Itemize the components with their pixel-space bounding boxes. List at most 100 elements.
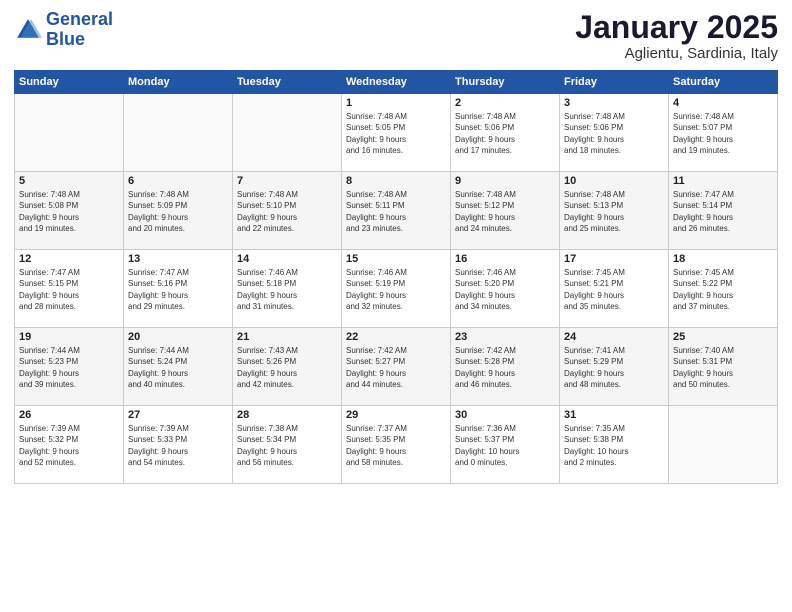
logo-icon <box>14 16 42 44</box>
day-number: 28 <box>237 409 337 421</box>
calendar-cell: 19 Sunrise: 7:44 AM Sunset: 5:23 PM Dayli… <box>15 328 124 406</box>
calendar-cell: 20Sunrise: 7:44 AM Sunset: 5:24 PM Dayli… <box>124 328 233 406</box>
calendar-week-1: 1 Sunrise: 7:48 AM Sunset: 5:05 PM Daylig… <box>15 94 778 172</box>
day-info: Sunrise: 7:42 AM Sunset: 5:27 PM Dayligh… <box>346 345 446 390</box>
calendar-cell: 11Sunrise: 7:47 AM Sunset: 5:14 PM Dayli… <box>669 172 778 250</box>
day-number: 24 <box>564 331 664 343</box>
day-number: 8 <box>346 175 446 187</box>
day-info: Sunrise: 7:48 AM Sunset: 5:09 PM Dayligh… <box>128 189 228 234</box>
calendar-cell: 16Sunrise: 7:46 AM Sunset: 5:20 PM Dayli… <box>451 250 560 328</box>
day-info: Sunrise: 7:47 AM Sunset: 5:15 PM Dayligh… <box>19 267 119 312</box>
logo: General Blue <box>14 10 113 50</box>
day-info: Sunrise: 7:48 AM Sunset: 5:13 PM Dayligh… <box>564 189 664 234</box>
day-number: 21 <box>237 331 337 343</box>
day-number: 1 <box>346 97 446 109</box>
calendar-cell: 31Sunrise: 7:35 AM Sunset: 5:38 PM Dayli… <box>560 406 669 484</box>
header-friday: Friday <box>560 71 669 94</box>
day-number: 9 <box>455 175 555 187</box>
calendar-cell <box>669 406 778 484</box>
header: General Blue January 2025 Aglientu, Sard… <box>14 10 778 62</box>
calendar-cell: 10 Sunrise: 7:48 AM Sunset: 5:13 PM Dayli… <box>560 172 669 250</box>
calendar-cell: 23 Sunrise: 7:42 AM Sunset: 5:28 PM Dayli… <box>451 328 560 406</box>
day-info: Sunrise: 7:47 AM Sunset: 5:14 PM Dayligh… <box>673 189 773 234</box>
title-block: January 2025 Aglientu, Sardinia, Italy <box>575 10 778 62</box>
day-number: 4 <box>673 97 773 109</box>
day-info: Sunrise: 7:43 AM Sunset: 5:26 PM Dayligh… <box>237 345 337 390</box>
day-info: Sunrise: 7:41 AM Sunset: 5:29 PM Dayligh… <box>564 345 664 390</box>
header-wednesday: Wednesday <box>342 71 451 94</box>
calendar-table: Sunday Monday Tuesday Wednesday Thursday… <box>14 70 778 484</box>
calendar-cell: 30Sunrise: 7:36 AM Sunset: 5:37 PM Dayli… <box>451 406 560 484</box>
calendar-week-2: 5Sunrise: 7:48 AM Sunset: 5:08 PM Daylig… <box>15 172 778 250</box>
day-number: 18 <box>673 253 773 265</box>
day-number: 23 <box>455 331 555 343</box>
calendar-cell: 4 Sunrise: 7:48 AM Sunset: 5:07 PM Daylig… <box>669 94 778 172</box>
day-number: 29 <box>346 409 446 421</box>
header-tuesday: Tuesday <box>233 71 342 94</box>
calendar-cell: 26 Sunrise: 7:39 AM Sunset: 5:32 PM Dayli… <box>15 406 124 484</box>
header-saturday: Saturday <box>669 71 778 94</box>
day-info: Sunrise: 7:39 AM Sunset: 5:33 PM Dayligh… <box>128 423 228 468</box>
day-number: 17 <box>564 253 664 265</box>
header-sunday: Sunday <box>15 71 124 94</box>
day-info: Sunrise: 7:48 AM Sunset: 5:05 PM Dayligh… <box>346 111 446 156</box>
page-container: General Blue January 2025 Aglientu, Sard… <box>0 0 792 492</box>
calendar-cell: 29 Sunrise: 7:37 AM Sunset: 5:35 PM Dayli… <box>342 406 451 484</box>
day-number: 20 <box>128 331 228 343</box>
day-number: 12 <box>19 253 119 265</box>
calendar-cell: 5Sunrise: 7:48 AM Sunset: 5:08 PM Daylig… <box>15 172 124 250</box>
calendar-cell: 15 Sunrise: 7:46 AM Sunset: 5:19 PM Dayli… <box>342 250 451 328</box>
day-info: Sunrise: 7:48 AM Sunset: 5:07 PM Dayligh… <box>673 111 773 156</box>
day-info: Sunrise: 7:37 AM Sunset: 5:35 PM Dayligh… <box>346 423 446 468</box>
calendar-cell: 3Sunrise: 7:48 AM Sunset: 5:06 PM Daylig… <box>560 94 669 172</box>
day-info: Sunrise: 7:48 AM Sunset: 5:12 PM Dayligh… <box>455 189 555 234</box>
calendar-cell: 24 Sunrise: 7:41 AM Sunset: 5:29 PM Dayli… <box>560 328 669 406</box>
calendar-cell: 25 Sunrise: 7:40 AM Sunset: 5:31 PM Dayli… <box>669 328 778 406</box>
calendar-cell: 9 Sunrise: 7:48 AM Sunset: 5:12 PM Daylig… <box>451 172 560 250</box>
day-number: 3 <box>564 97 664 109</box>
header-thursday: Thursday <box>451 71 560 94</box>
calendar-week-3: 12 Sunrise: 7:47 AM Sunset: 5:15 PM Dayli… <box>15 250 778 328</box>
day-info: Sunrise: 7:44 AM Sunset: 5:23 PM Dayligh… <box>19 345 119 390</box>
day-number: 13 <box>128 253 228 265</box>
day-info: Sunrise: 7:46 AM Sunset: 5:19 PM Dayligh… <box>346 267 446 312</box>
calendar-cell <box>15 94 124 172</box>
calendar-cell <box>124 94 233 172</box>
day-info: Sunrise: 7:45 AM Sunset: 5:21 PM Dayligh… <box>564 267 664 312</box>
day-number: 30 <box>455 409 555 421</box>
day-info: Sunrise: 7:39 AM Sunset: 5:32 PM Dayligh… <box>19 423 119 468</box>
day-number: 5 <box>19 175 119 187</box>
day-number: 26 <box>19 409 119 421</box>
day-number: 31 <box>564 409 664 421</box>
calendar-cell: 14 Sunrise: 7:46 AM Sunset: 5:18 PM Dayli… <box>233 250 342 328</box>
day-number: 15 <box>346 253 446 265</box>
day-number: 14 <box>237 253 337 265</box>
calendar-week-5: 26 Sunrise: 7:39 AM Sunset: 5:32 PM Dayli… <box>15 406 778 484</box>
calendar-cell: 8Sunrise: 7:48 AM Sunset: 5:11 PM Daylig… <box>342 172 451 250</box>
logo-line1: General <box>46 9 113 29</box>
calendar-cell <box>233 94 342 172</box>
calendar-cell: 2Sunrise: 7:48 AM Sunset: 5:06 PM Daylig… <box>451 94 560 172</box>
day-number: 10 <box>564 175 664 187</box>
calendar-title: January 2025 <box>575 10 778 45</box>
day-info: Sunrise: 7:46 AM Sunset: 5:20 PM Dayligh… <box>455 267 555 312</box>
day-number: 19 <box>19 331 119 343</box>
header-row: Sunday Monday Tuesday Wednesday Thursday… <box>15 71 778 94</box>
calendar-body: 1 Sunrise: 7:48 AM Sunset: 5:05 PM Daylig… <box>15 94 778 484</box>
calendar-cell: 1 Sunrise: 7:48 AM Sunset: 5:05 PM Daylig… <box>342 94 451 172</box>
calendar-cell: 7Sunrise: 7:48 AM Sunset: 5:10 PM Daylig… <box>233 172 342 250</box>
day-info: Sunrise: 7:40 AM Sunset: 5:31 PM Dayligh… <box>673 345 773 390</box>
calendar-cell: 21 Sunrise: 7:43 AM Sunset: 5:26 PM Dayli… <box>233 328 342 406</box>
calendar-cell: 28Sunrise: 7:38 AM Sunset: 5:34 PM Dayli… <box>233 406 342 484</box>
calendar-cell: 12 Sunrise: 7:47 AM Sunset: 5:15 PM Dayli… <box>15 250 124 328</box>
calendar-cell: 17 Sunrise: 7:45 AM Sunset: 5:21 PM Dayli… <box>560 250 669 328</box>
header-monday: Monday <box>124 71 233 94</box>
day-number: 27 <box>128 409 228 421</box>
day-info: Sunrise: 7:42 AM Sunset: 5:28 PM Dayligh… <box>455 345 555 390</box>
day-number: 6 <box>128 175 228 187</box>
calendar-cell: 6 Sunrise: 7:48 AM Sunset: 5:09 PM Daylig… <box>124 172 233 250</box>
day-number: 25 <box>673 331 773 343</box>
day-info: Sunrise: 7:46 AM Sunset: 5:18 PM Dayligh… <box>237 267 337 312</box>
logo-line2: Blue <box>46 29 85 49</box>
day-info: Sunrise: 7:47 AM Sunset: 5:16 PM Dayligh… <box>128 267 228 312</box>
